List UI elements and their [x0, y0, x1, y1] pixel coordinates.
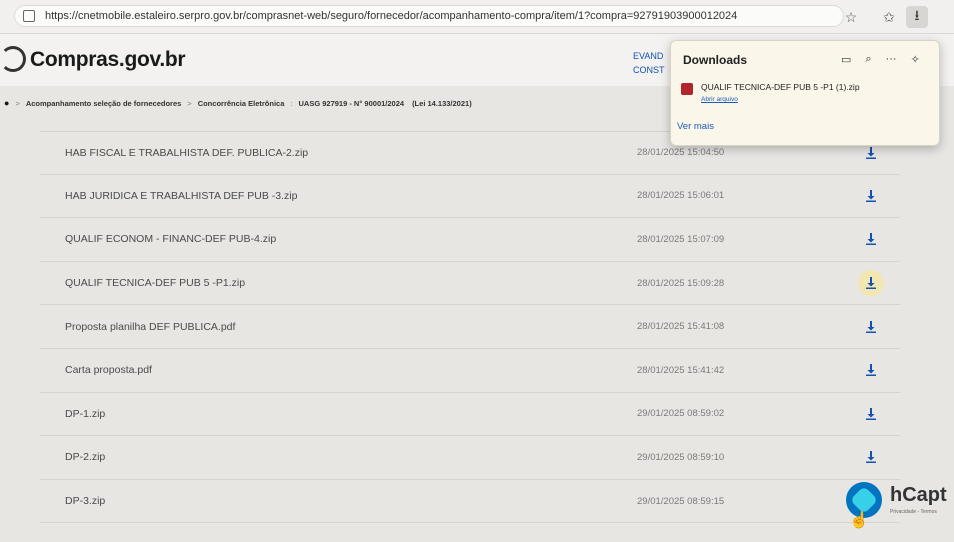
- breadcrumb-item-concorrencia[interactable]: Concorrência Eletrônica: [198, 99, 285, 108]
- site-info-icon[interactable]: [23, 10, 35, 22]
- download-button[interactable]: [858, 357, 884, 383]
- breadcrumb-item-acompanhamento[interactable]: Acompanhamento seleção de fornecedores: [26, 99, 181, 108]
- hcaptcha-brand: hCapt: [890, 484, 947, 506]
- file-date: 28/01/2025 15:41:42: [637, 364, 725, 376]
- breadcrumb-separator: >: [187, 98, 192, 108]
- file-date: 28/01/2025 15:41:08: [637, 321, 725, 333]
- file-date: 29/01/2025 08:59:15: [637, 495, 725, 507]
- file-date: 28/01/2025 15:06:01: [637, 190, 725, 202]
- download-icon: [866, 320, 876, 333]
- file-date: 28/01/2025 15:07:09: [637, 233, 725, 245]
- file-date: 28/01/2025 15:09:28: [637, 277, 725, 289]
- browser-toolbar: https://cnetmobile.estaleiro.serpro.gov.…: [0, 0, 954, 34]
- breadcrumb-detail: UASG 927919 - N° 90001/2024: [298, 98, 405, 108]
- file-name: HAB JURIDICA E TRABALHISTA DEF PUB -3.zi…: [65, 189, 298, 202]
- logo-icon: [0, 46, 26, 72]
- user-name[interactable]: EVAND CONST: [633, 49, 665, 77]
- file-row: DP-2.zip 29/01/2025 08:59:10: [40, 436, 900, 480]
- file-name: Proposta planilha DEF PUBLICA.pdf: [65, 320, 236, 333]
- search-icon[interactable]: ⌕: [865, 53, 871, 66]
- breadcrumb-separator: :: [290, 98, 293, 108]
- download-button[interactable]: [858, 401, 884, 427]
- downloads-popup: Downloads ▭ ⌕ ··· ✧ QUALIF TECNICA-DEF P…: [670, 40, 940, 146]
- address-bar[interactable]: https://cnetmobile.estaleiro.serpro.gov.…: [14, 5, 844, 27]
- file-list: HAB FISCAL E TRABALHISTA DEF. PUBLICA-2.…: [40, 131, 900, 524]
- breadcrumb: ● > Acompanhamento seleção de fornecedor…: [0, 95, 640, 111]
- file-date: 28/01/2025 15:04:50: [637, 147, 725, 159]
- file-row: HAB JURIDICA E TRABALHISTA DEF PUB -3.zi…: [40, 175, 900, 219]
- folder-icon[interactable]: ▭: [841, 53, 851, 66]
- download-icon: [866, 364, 876, 377]
- file-row: Proposta planilha DEF PUBLICA.pdf 28/01/…: [40, 305, 900, 349]
- downloads-actions: ▭ ⌕ ··· ✧: [841, 53, 920, 66]
- home-icon[interactable]: ●: [4, 98, 9, 108]
- open-file-link[interactable]: Abrir arquivo: [701, 96, 738, 103]
- file-row: Carta proposta.pdf 28/01/2025 15:41:42: [40, 349, 900, 393]
- more-icon[interactable]: ···: [886, 53, 897, 66]
- file-row: QUALIF TECNICA-DEF PUB 5 -P1.zip 28/01/2…: [40, 262, 900, 306]
- file-row: DP-1.zip 29/01/2025 08:59:02: [40, 393, 900, 437]
- file-name: HAB FISCAL E TRABALHISTA DEF. PUBLICA-2.…: [65, 146, 309, 159]
- download-icon: [866, 407, 876, 420]
- download-icon: [866, 189, 876, 202]
- file-row: QUALIF ECONOM - FINANC-DEF PUB-4.zip 28/…: [40, 218, 900, 262]
- download-icon: [866, 277, 876, 290]
- file-name: QUALIF TECNICA-DEF PUB 5 -P1.zip: [65, 277, 246, 290]
- zip-file-icon: [681, 83, 693, 95]
- site-logo[interactable]: Compras.gov.br: [30, 48, 186, 72]
- file-row: DP-3.zip 29/01/2025 08:59:15: [40, 480, 900, 524]
- download-icon: [866, 233, 876, 246]
- hand-cursor-icon: ☝: [849, 512, 869, 529]
- download-icon: [866, 146, 876, 159]
- see-more-link[interactable]: Ver mais: [677, 121, 714, 132]
- breadcrumb-law: (Lei 14.133/2021): [412, 98, 472, 108]
- file-date: 29/01/2025 08:59:10: [637, 451, 725, 463]
- file-name: Carta proposta.pdf: [65, 364, 152, 377]
- file-name: DP-2.zip: [65, 451, 106, 464]
- user-name-line2: CONST: [633, 65, 665, 75]
- star-icon[interactable]: ☆: [840, 6, 862, 28]
- downloads-title: Downloads: [683, 53, 748, 67]
- downloaded-file-name[interactable]: QUALIF TECNICA-DEF PUB 5 -P1 (1).zip: [701, 82, 860, 92]
- hcaptcha-links[interactable]: Privacidade - Termos: [890, 509, 937, 515]
- download-icon: [866, 451, 876, 464]
- download-button[interactable]: [858, 226, 884, 252]
- user-name-line1: EVAND: [633, 51, 664, 61]
- download-button[interactable]: [858, 444, 884, 470]
- breadcrumb-separator: >: [15, 98, 20, 108]
- file-name: DP-3.zip: [65, 495, 106, 508]
- download-button[interactable]: [858, 270, 884, 297]
- favorites-icon[interactable]: ✩: [878, 6, 900, 28]
- download-button[interactable]: [858, 314, 884, 340]
- download-button[interactable]: [858, 183, 884, 209]
- download-icon[interactable]: ⭳: [906, 6, 928, 28]
- file-name: DP-1.zip: [65, 407, 106, 420]
- url-text[interactable]: https://cnetmobile.estaleiro.serpro.gov.…: [45, 10, 737, 22]
- file-date: 29/01/2025 08:59:02: [637, 408, 725, 420]
- file-name: QUALIF ECONOM - FINANC-DEF PUB-4.zip: [65, 233, 277, 246]
- pin-icon[interactable]: ✧: [911, 53, 920, 66]
